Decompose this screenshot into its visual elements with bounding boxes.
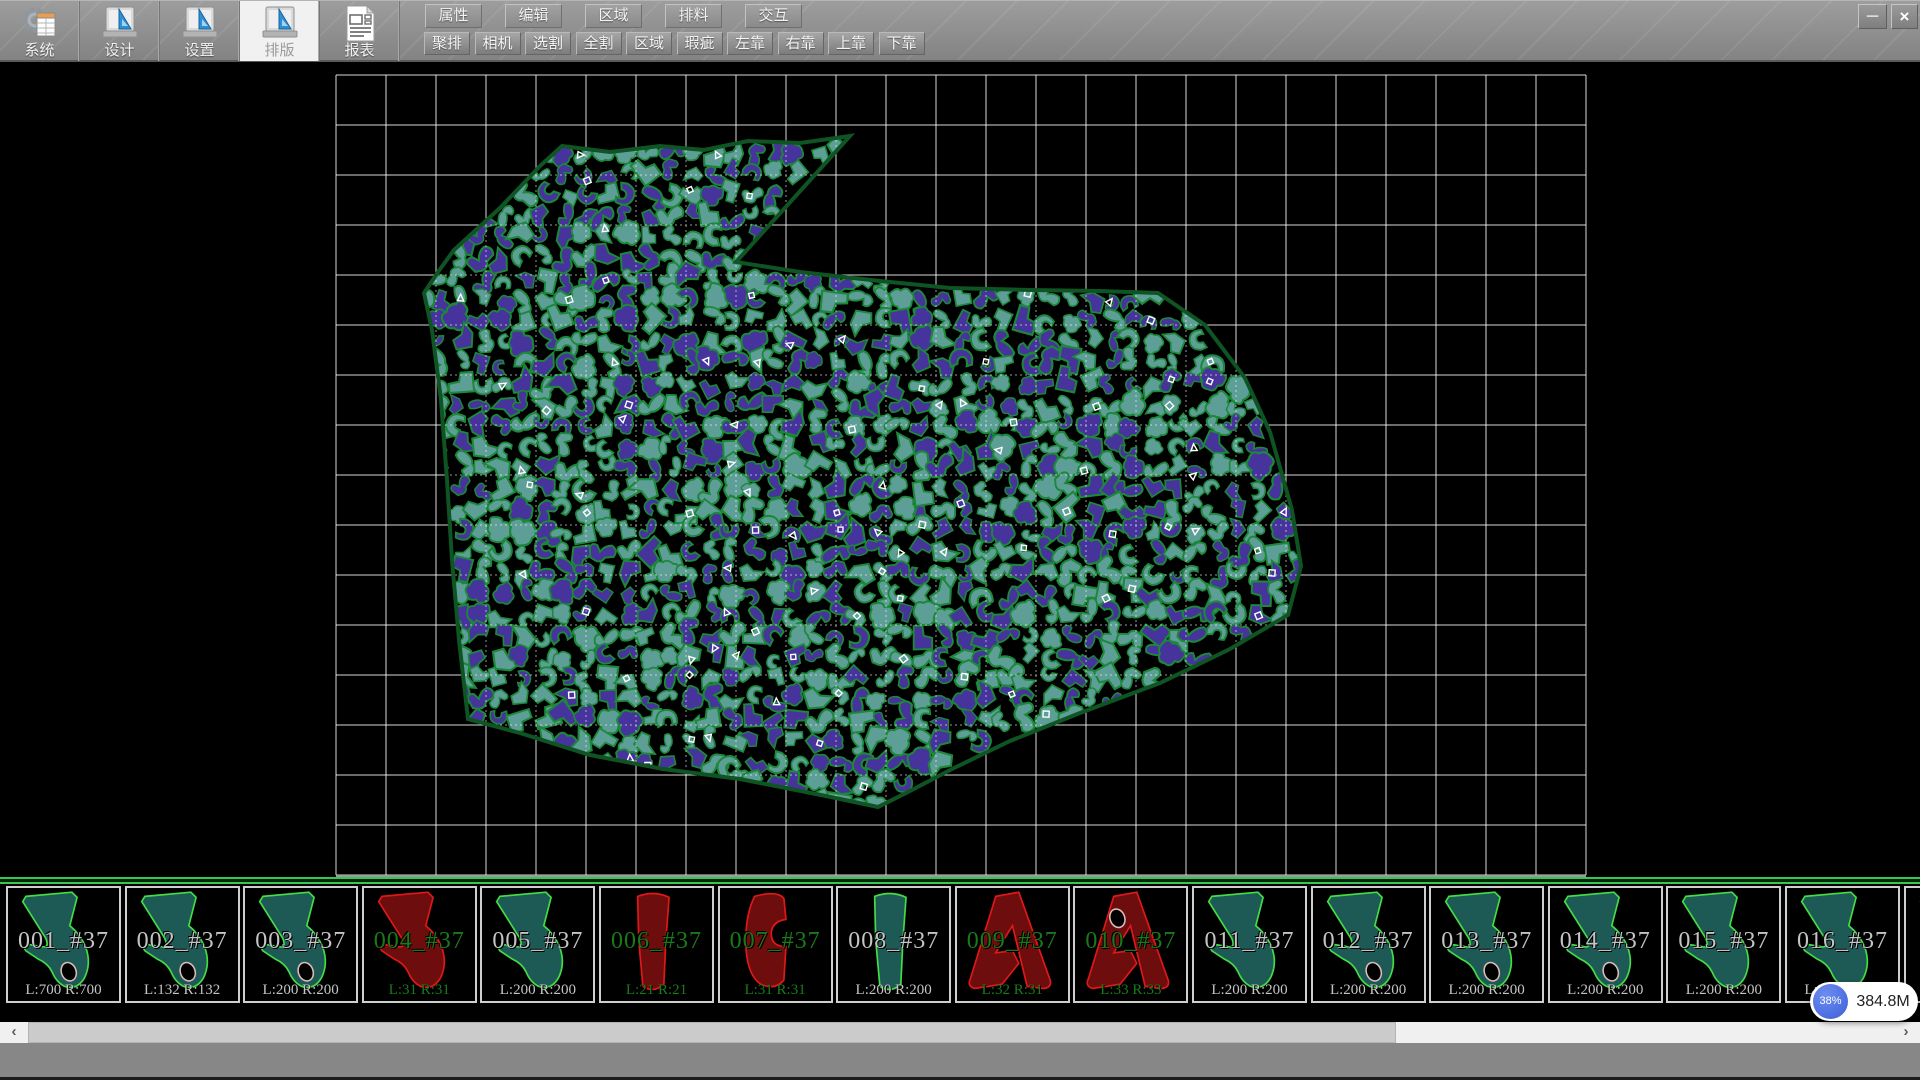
thumbnail-cell[interactable]: 003_#37 L:200 R:200 <box>243 886 358 1003</box>
design-button[interactable]: 设计 <box>80 1 160 61</box>
tab-interact[interactable]: 交互 <box>745 4 802 28</box>
report-document-icon <box>340 4 380 42</box>
piece-lr-count: L:200 R:200 <box>1194 982 1305 999</box>
settings-button[interactable]: 设置 <box>160 1 240 61</box>
laptop-ruler-icon <box>100 4 140 42</box>
piece-thumbnail-strip: 001_#37 L:700 R:700 002_#37 L:132 R:132 … <box>0 884 1920 1022</box>
piece-lr-count: L:33 R:33 <box>1075 982 1186 999</box>
piece-id: 012_#37 <box>1313 928 1424 955</box>
scrollbar-thumb[interactable] <box>28 1022 1396 1043</box>
piece-lr-count: L:200 R:200 <box>1431 982 1542 999</box>
piece-id: 013_#37 <box>1431 928 1542 955</box>
piece-lr-count: L:200 R:200 <box>245 982 356 999</box>
gear-table-icon <box>20 4 60 42</box>
memory-progress-badge: 38% 384.8M <box>1810 982 1918 1021</box>
piece-lr-count: L:31 R:31 <box>720 982 831 999</box>
align-right-button[interactable]: 右靠 <box>778 32 824 55</box>
region-tool-button[interactable]: 区域 <box>626 32 672 55</box>
thumbnail-cell[interactable]: 012_#37 L:200 R:200 <box>1311 886 1426 1003</box>
hide-nesting-drawing <box>0 62 1920 877</box>
minimize-button[interactable]: ─ <box>1858 4 1887 29</box>
thumbnail-cell[interactable]: 001_#37 L:700 R:700 <box>6 886 121 1003</box>
thumbnail-cell[interactable]: 005_#37 L:200 R:200 <box>480 886 595 1003</box>
align-top-button[interactable]: 上靠 <box>828 32 874 55</box>
tab-properties[interactable]: 属性 <box>425 4 482 28</box>
thumbnail-cell[interactable]: 010_#37 L:33 R:33 <box>1073 886 1188 1003</box>
piece-lr-count: L:132 R:132 <box>127 982 238 999</box>
tab-nest[interactable]: 排料 <box>665 4 722 28</box>
piece-id: 006_#37 <box>601 928 712 955</box>
align-bottom-button[interactable]: 下靠 <box>879 32 925 55</box>
piece-lr-count: L:21 R:21 <box>601 982 712 999</box>
thumbnail-cell[interactable]: 007_#37 L:31 R:31 <box>718 886 833 1003</box>
thumbnail-cell[interactable]: 008_#37 L:200 R:200 <box>836 886 951 1003</box>
thumbnail-cell[interactable]: 015_#37 L:200 R:200 <box>1666 886 1781 1003</box>
thumbnail-cell[interactable]: 004_#37 L:31 R:31 <box>362 886 477 1003</box>
thumbnail-cell[interactable]: 011_#37 L:200 R:200 <box>1192 886 1307 1003</box>
piece-lr-count: L:200 R:200 <box>482 982 593 999</box>
scroll-left-arrow-icon[interactable]: ‹ <box>0 1022 28 1043</box>
piece-lr-count: L:31 R:31 <box>364 982 475 999</box>
defect-button[interactable]: 瑕疵 <box>677 32 723 55</box>
progress-circle: 38% <box>1813 984 1848 1019</box>
piece-id: 009_#37 <box>957 928 1068 955</box>
camera-button[interactable]: 相机 <box>475 32 521 55</box>
piece-id: 016_#37 <box>1787 928 1898 955</box>
thumbnail-cell[interactable]: 006_#37 L:21 R:21 <box>599 886 714 1003</box>
piece-id: 003_#37 <box>245 928 356 955</box>
piece-id: 007_#37 <box>720 928 831 955</box>
cut-all-button[interactable]: 全割 <box>576 32 622 55</box>
piece-id: 004_#37 <box>364 928 475 955</box>
report-button[interactable]: 报表 <box>320 1 400 61</box>
piece-lr-count: L:200 R:200 <box>1313 982 1424 999</box>
piece-id: 015_#37 <box>1668 928 1779 955</box>
piece-lr-count: L:700 R:700 <box>8 982 119 999</box>
thumbnail-cell[interactable]: 002_#37 L:132 R:132 <box>125 886 240 1003</box>
nesting-canvas[interactable] <box>0 62 1920 877</box>
app-toolbar: 系统 设计 设置 排版 <box>0 0 1920 62</box>
piece-lr-count: L:200 R:200 <box>1668 982 1779 999</box>
piece-id: 001_#37 <box>8 928 119 955</box>
piece-lr-count: L:32 R:31 <box>957 982 1068 999</box>
thumbnail-cell[interactable]: 013_#37 L:200 R:200 <box>1429 886 1544 1003</box>
system-button[interactable]: 系统 <box>0 1 80 61</box>
system-label: 系统 <box>24 42 54 59</box>
piece-id: 008_#37 <box>838 928 949 955</box>
piece-id: 0 <box>1906 928 1920 955</box>
scroll-right-arrow-icon[interactable]: › <box>1892 1022 1920 1043</box>
status-bar <box>0 1043 1920 1080</box>
cluster-nest-button[interactable]: 聚排 <box>424 32 470 55</box>
piece-id: 010_#37 <box>1075 928 1186 955</box>
strip-separator <box>0 877 1920 884</box>
thumbnail-cell[interactable]: 014_#37 L:200 R:200 <box>1548 886 1663 1003</box>
select-cut-button[interactable]: 选割 <box>525 32 571 55</box>
report-label: 报表 <box>344 42 374 59</box>
piece-id: 014_#37 <box>1550 928 1661 955</box>
piece-id: 005_#37 <box>482 928 593 955</box>
laptop-ruler-icon <box>180 4 220 42</box>
piece-id: 011_#37 <box>1194 928 1305 955</box>
settings-label: 设置 <box>184 42 214 59</box>
design-label: 设计 <box>104 42 134 59</box>
tab-region[interactable]: 区域 <box>585 4 642 28</box>
close-button[interactable]: × <box>1891 4 1918 29</box>
align-left-button[interactable]: 左靠 <box>727 32 773 55</box>
memory-value: 384.8M <box>1852 982 1914 1021</box>
nesting-button[interactable]: 排版 <box>240 1 320 61</box>
horizontal-scrollbar[interactable]: ‹ › <box>0 1022 1920 1043</box>
nesting-label: 排版 <box>264 42 294 59</box>
thumbnail-cell[interactable]: 009_#37 L:32 R:31 <box>955 886 1070 1003</box>
laptop-ruler-icon <box>260 4 300 42</box>
tab-edit[interactable]: 编辑 <box>505 4 562 28</box>
main-toolbar: 系统 设计 设置 排版 <box>0 1 400 61</box>
piece-lr-count: L:200 R:200 <box>1550 982 1661 999</box>
piece-lr-count: L:200 R:200 <box>838 982 949 999</box>
piece-id: 002_#37 <box>127 928 238 955</box>
